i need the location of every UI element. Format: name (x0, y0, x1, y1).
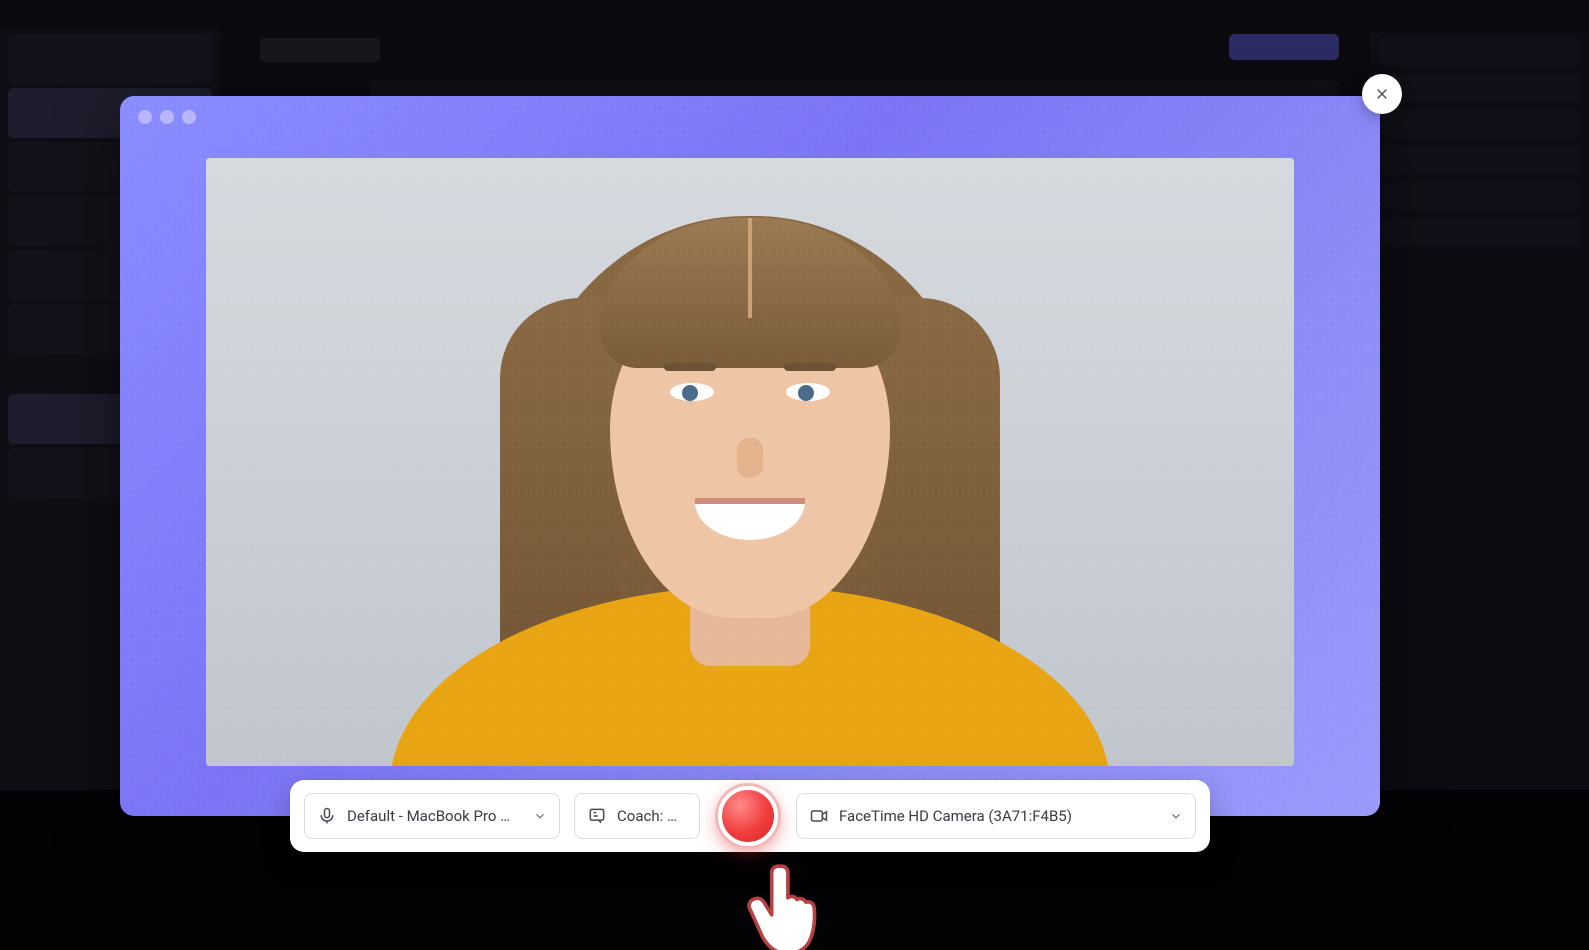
microphone-select[interactable]: Default - MacBook Pro Mi… (304, 793, 560, 839)
camera-recorder-modal: Default - MacBook Pro Mi… Coach: Off Fac… (120, 96, 1380, 816)
window-traffic-lights (138, 110, 196, 124)
coach-toggle[interactable]: Coach: Off (574, 793, 700, 839)
camera-select[interactable]: FaceTime HD Camera (3A71:F4B5) (796, 793, 1196, 839)
microphone-icon (317, 806, 337, 826)
chevron-down-icon (1169, 809, 1183, 823)
close-button[interactable] (1362, 74, 1402, 114)
microphone-label: Default - MacBook Pro Mi… (347, 807, 523, 825)
traffic-dot (160, 110, 174, 124)
close-icon (1374, 86, 1390, 102)
camera-preview (206, 158, 1294, 766)
record-button[interactable] (718, 786, 778, 846)
chevron-down-icon (533, 809, 547, 823)
recorder-control-bar: Default - MacBook Pro Mi… Coach: Off Fac… (290, 780, 1210, 852)
camera-label: FaceTime HD Camera (3A71:F4B5) (839, 807, 1072, 825)
traffic-dot (182, 110, 196, 124)
coach-label: Coach: Off (617, 807, 687, 825)
speaker-notes-icon (587, 806, 607, 826)
traffic-dot (138, 110, 152, 124)
video-camera-icon (809, 806, 829, 826)
